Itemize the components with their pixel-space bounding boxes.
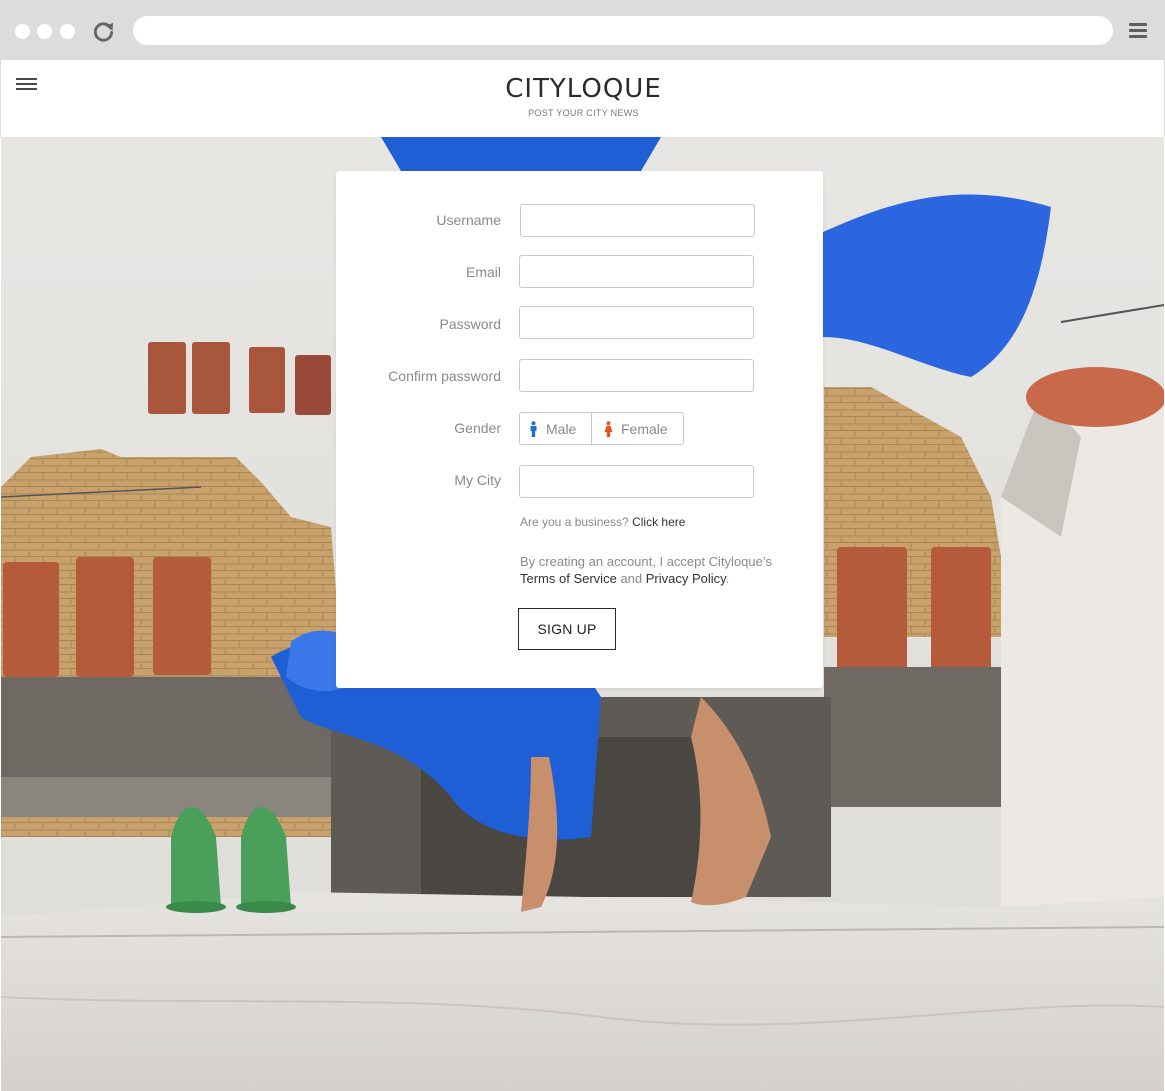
site-logo[interactable]: CITYLOQUE <box>1 74 1165 104</box>
male-icon <box>530 420 537 437</box>
password-label: Password <box>439 316 501 332</box>
window-minimize-button[interactable] <box>37 24 52 39</box>
gender-male-label: Male <box>546 420 577 437</box>
site-tagline: POST YOUR CITY NEWS <box>528 108 639 118</box>
business-prompt-text: Are you a business? <box>520 515 629 529</box>
window-close-button[interactable] <box>15 24 30 39</box>
site-header: CITYLOQUE POST YOUR CITY NEWS <box>0 60 1165 137</box>
terms-period: . <box>725 571 730 586</box>
menu-icon[interactable] <box>1129 23 1147 40</box>
browser-toolbar <box>0 0 1165 60</box>
city-label: My City <box>454 472 501 488</box>
confirm-password-label: Confirm password <box>388 368 501 384</box>
password-input[interactable] <box>519 306 754 339</box>
username-input[interactable] <box>520 204 755 237</box>
signup-button[interactable]: SIGN UP <box>518 608 616 650</box>
business-click-here-link[interactable]: Click here <box>632 515 685 529</box>
gender-male-option[interactable]: Male <box>520 413 592 444</box>
gender-female-option[interactable]: Female <box>592 413 683 444</box>
gender-label: Gender <box>454 420 501 436</box>
business-prompt: Are you a business? Click here <box>520 515 685 529</box>
address-bar[interactable] <box>133 16 1113 45</box>
terms-of-service-link[interactable]: Terms of Service <box>520 571 617 586</box>
privacy-policy-link[interactable]: Privacy Policy <box>646 571 726 586</box>
terms-notice: By creating an account, I accept Cityloq… <box>520 553 810 587</box>
email-label: Email <box>465 264 501 280</box>
signup-form: Username Email Password Confirm password… <box>336 171 823 688</box>
city-input[interactable] <box>519 465 754 498</box>
confirm-password-input[interactable] <box>519 359 754 392</box>
terms-and-text: and <box>620 571 643 586</box>
gender-toggle: Male Female <box>519 412 684 445</box>
gender-female-label: Female <box>621 420 668 437</box>
email-input[interactable] <box>519 255 754 288</box>
female-icon <box>604 420 613 437</box>
window-maximize-button[interactable] <box>60 24 75 39</box>
terms-prefix-text: By creating an account, I accept Cityloq… <box>520 554 772 569</box>
reload-icon[interactable] <box>92 20 115 43</box>
username-label: Username <box>436 212 501 228</box>
